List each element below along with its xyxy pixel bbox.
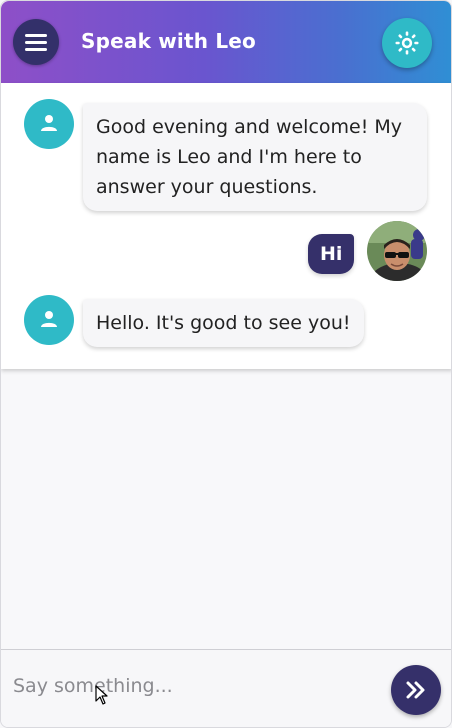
bot-avatar — [24, 295, 74, 345]
hamburger-menu-icon-line — [25, 48, 47, 51]
theme-toggle-button[interactable] — [382, 18, 432, 68]
mouse-cursor-icon — [95, 685, 108, 705]
sun-icon — [395, 31, 419, 55]
page-title: Speak with Leo — [81, 29, 256, 53]
person-icon — [41, 311, 57, 327]
double-chevron-right-icon — [406, 681, 425, 699]
bot-message: Good evening and welcome! My name is Leo… — [83, 103, 427, 211]
message-input[interactable] — [13, 664, 379, 708]
chat-window: Speak with Leo Good evening and welcome!… — [0, 0, 452, 728]
menu-button[interactable] — [13, 19, 59, 65]
input-bar — [1, 649, 451, 727]
hamburger-menu-icon-line — [25, 41, 47, 44]
hamburger-menu-icon — [25, 34, 47, 37]
user-avatar — [367, 221, 427, 281]
message-list: Good evening and welcome! My name is Leo… — [1, 83, 451, 369]
bot-avatar — [24, 99, 74, 149]
bot-message: Hello. It's good to see you! — [83, 299, 364, 347]
send-button[interactable] — [391, 665, 441, 715]
header-bar: Speak with Leo — [1, 1, 451, 83]
user-message: Hi — [308, 234, 355, 274]
person-icon — [41, 115, 57, 131]
